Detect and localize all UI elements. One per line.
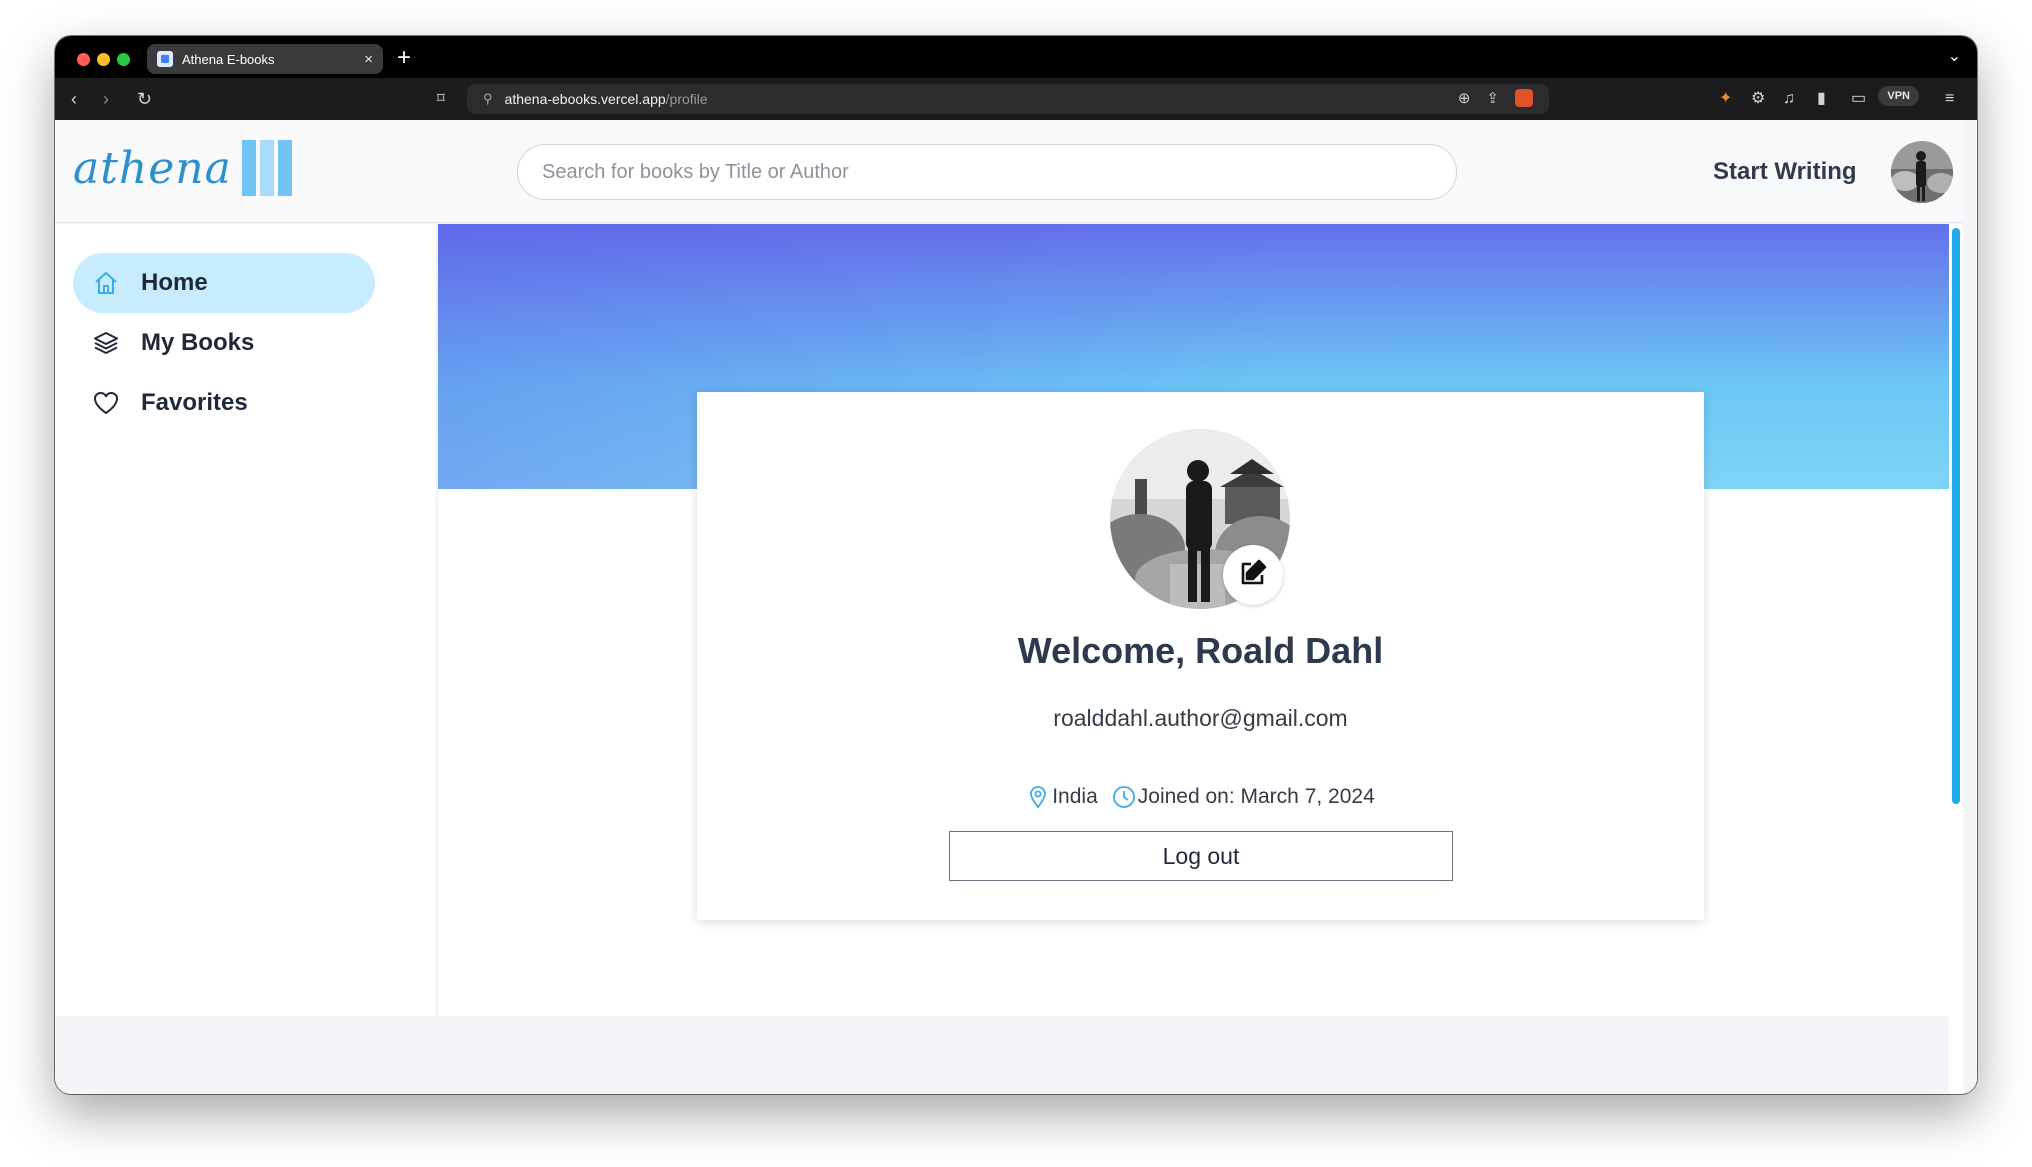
vpn-button[interactable]: VPN	[1878, 86, 1919, 106]
profile-card: Welcome, Roald Dahl roalddahl.author@gma…	[697, 392, 1704, 920]
tab-title: Athena E-books	[182, 51, 275, 67]
page: athena Start Writing	[55, 120, 1977, 1094]
location-pin-icon	[1026, 785, 1050, 809]
layers-icon	[91, 328, 121, 358]
edit-icon	[1237, 557, 1269, 594]
address-bar[interactable]: ⚲ athena-ebooks.vercel.app/profile ⊕ ⇪	[467, 84, 1549, 114]
profile-location: India	[1052, 785, 1098, 808]
minimize-window-button[interactable]	[97, 53, 110, 66]
reload-icon[interactable]: ↻	[137, 87, 152, 111]
scrollbar-thumb[interactable]	[1952, 228, 1960, 804]
start-writing-link[interactable]: Start Writing	[1713, 158, 1857, 186]
profile-joined-date: Joined on: March 7, 2024	[1137, 785, 1375, 808]
sidebar-item-label: Favorites	[141, 389, 248, 416]
scrollbar[interactable]	[1949, 224, 1963, 1094]
wallet-fox-icon[interactable]: ✦	[1719, 87, 1732, 111]
site-settings-icon[interactable]: ⚲	[483, 91, 493, 107]
sidebar-item-label: Home	[141, 269, 208, 296]
menu-icon[interactable]: ≡	[1945, 87, 1954, 111]
profile-meta: India Joined on: March 7, 2024	[697, 785, 1704, 809]
share-icon[interactable]: ⇪	[1486, 89, 1499, 107]
browser-window: Athena E-books × + ⌄ ‹ › ↻ ⌑ ⚲ athena-eb…	[55, 36, 1977, 1094]
close-window-button[interactable]	[77, 53, 90, 66]
address-bar-actions: ⊕ ⇪	[1458, 89, 1533, 107]
url-domain: athena-ebooks.vercel.app	[504, 91, 666, 107]
url-path: /profile	[665, 91, 708, 107]
music-icon[interactable]: ♫	[1783, 87, 1795, 111]
edit-photo-button[interactable]	[1223, 545, 1283, 605]
wallet-icon[interactable]: ▭	[1851, 87, 1866, 111]
home-icon	[91, 268, 121, 298]
browser-toolbar: ‹ › ↻ ⌑ ⚲ athena-ebooks.vercel.app/profi…	[55, 78, 1977, 120]
maximize-window-button[interactable]	[117, 53, 130, 66]
sidebar-item-label: My Books	[141, 329, 255, 356]
brave-shield-icon[interactable]	[1515, 89, 1533, 107]
athena-logo[interactable]: athena	[73, 140, 292, 196]
tab-close-icon[interactable]: ×	[364, 51, 373, 68]
profile-email: roalddahl.author@gmail.com	[1053, 705, 1348, 731]
main-content: Welcome, Roald Dahl roalddahl.author@gma…	[438, 224, 1963, 1094]
logo-bars-icon	[241, 140, 292, 196]
search-input[interactable]	[517, 144, 1457, 200]
avatar[interactable]	[1891, 141, 1953, 203]
tab-list-chevron-icon[interactable]: ⌄	[1948, 46, 1961, 66]
clock-icon	[1112, 785, 1136, 809]
sidebar-item-my-books[interactable]: My Books	[73, 313, 375, 373]
app-header: athena Start Writing	[55, 120, 1963, 223]
new-tab-button[interactable]: +	[397, 44, 411, 72]
logout-button[interactable]: Log out	[949, 831, 1453, 881]
sidebar-toggle-icon[interactable]: ▮	[1817, 87, 1826, 111]
sidebar-item-favorites[interactable]: Favorites	[73, 373, 375, 433]
bookmark-icon[interactable]: ⌑	[437, 87, 445, 111]
back-icon[interactable]: ‹	[71, 87, 77, 111]
logo-text: athena	[73, 142, 232, 194]
tab-strip: Athena E-books × + ⌄	[55, 36, 1977, 78]
favicon-icon	[157, 51, 173, 67]
zoom-icon[interactable]: ⊕	[1458, 89, 1471, 107]
sidebar: Home My Books Favorites	[55, 224, 437, 1016]
forward-icon[interactable]: ›	[103, 87, 109, 111]
browser-tab[interactable]: Athena E-books ×	[147, 44, 383, 74]
sidebar-item-home[interactable]: Home	[73, 253, 375, 313]
extensions-icon[interactable]: ⚙	[1751, 87, 1765, 111]
welcome-heading: Welcome, Roald Dahl	[1017, 630, 1384, 671]
heart-icon	[91, 388, 121, 418]
